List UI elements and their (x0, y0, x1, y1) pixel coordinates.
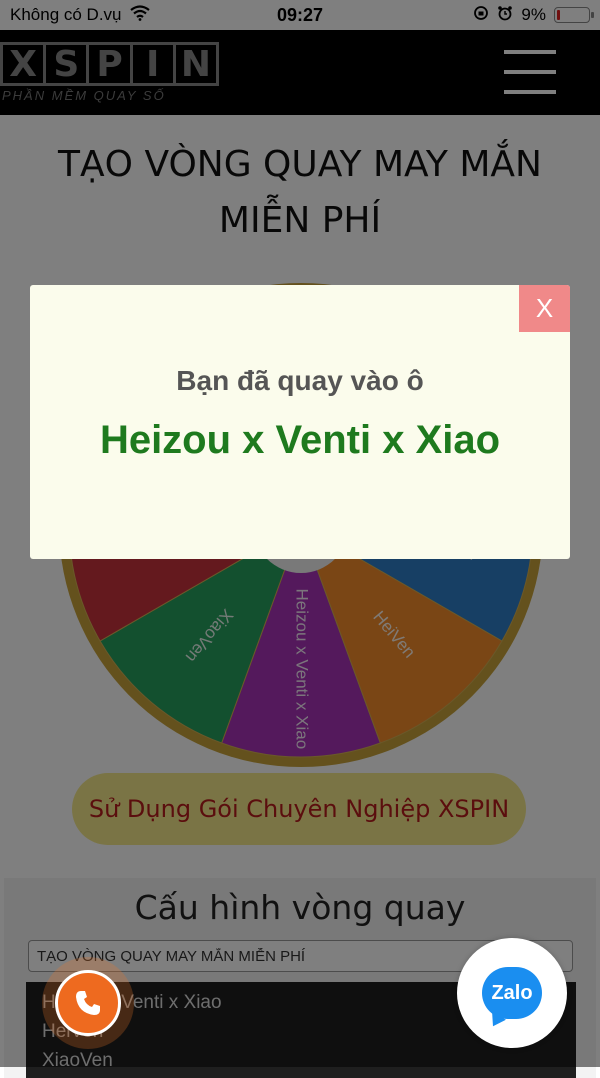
result-modal: X Bạn đã quay vào ô Heizou x Venti x Xia… (30, 285, 570, 559)
phone-icon (55, 970, 121, 1036)
zalo-chat-button[interactable]: Zalo (457, 938, 567, 1048)
result-value: Heizou x Venti x Xiao (99, 418, 501, 462)
result-message: Bạn đã quay vào ô (176, 365, 424, 396)
zalo-icon: Zalo (482, 967, 542, 1019)
close-button[interactable]: X (519, 285, 570, 332)
call-button[interactable] (42, 957, 134, 1049)
